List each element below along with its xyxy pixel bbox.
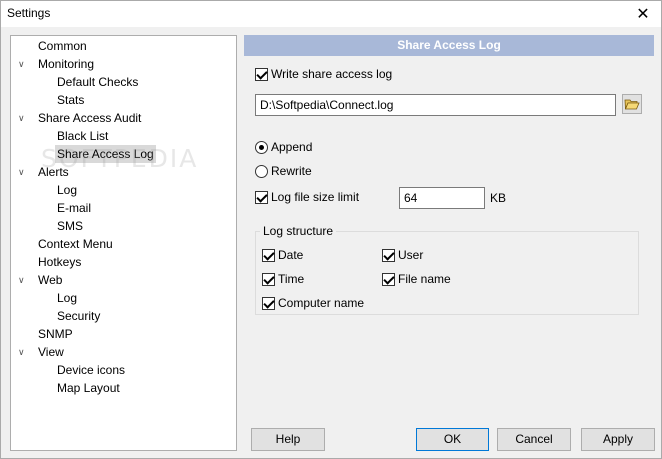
tree-item-label: Monitoring [38, 57, 95, 71]
tree-item[interactable]: Share Access Log [11, 145, 236, 163]
tree-item[interactable]: Common [11, 37, 236, 55]
tree-item-label: Black List [57, 129, 109, 143]
rewrite-label[interactable]: Rewrite [271, 164, 312, 179]
time-checkbox[interactable] [262, 273, 275, 286]
tree-item-label: Alerts [38, 165, 69, 179]
write-log-checkbox[interactable] [255, 68, 268, 81]
write-log-label[interactable]: Write share access log [271, 67, 392, 82]
tree-item[interactable]: E-mail [11, 199, 236, 217]
tree-item-label: SNMP [38, 327, 73, 341]
tree-item[interactable]: Log [11, 181, 236, 199]
tree-item-label: Default Checks [57, 75, 139, 89]
tree-item-label: Share Access Audit [38, 111, 142, 125]
title-bar: Settings ✕ [1, 1, 661, 27]
tree-item-label: Stats [57, 93, 85, 107]
cancel-button[interactable]: Cancel [497, 428, 571, 451]
tree-item-label: Common [38, 39, 87, 53]
computer-name-label[interactable]: Computer name [278, 296, 364, 311]
tree-item[interactable]: Hotkeys [11, 253, 236, 271]
tree-item[interactable]: Log [11, 289, 236, 307]
apply-button[interactable]: Apply [581, 428, 655, 451]
size-limit-field[interactable]: 64 [399, 187, 485, 209]
window-title: Settings [7, 6, 51, 20]
tree-item[interactable]: ∨ Share Access Audit [11, 109, 236, 127]
append-radio[interactable] [255, 141, 268, 154]
file-name-label[interactable]: File name [398, 272, 451, 287]
tree-item-label: View [38, 345, 64, 359]
append-label[interactable]: Append [271, 140, 312, 155]
tree-item-label: Security [57, 309, 101, 323]
time-label[interactable]: Time [278, 272, 304, 287]
tree-item[interactable]: Black List [11, 127, 236, 145]
tree-item[interactable]: ∨ Monitoring [11, 55, 236, 73]
tree-item-label: Log [57, 291, 78, 305]
date-checkbox[interactable] [262, 249, 275, 262]
date-label[interactable]: Date [278, 248, 303, 263]
settings-window: Settings ✕ Common ∨ Monitoring Default Chec… [0, 0, 662, 459]
panel-header: Share Access Log [244, 35, 654, 56]
size-limit-checkbox[interactable] [255, 191, 268, 204]
tree-item[interactable]: ∨ View [11, 343, 236, 361]
tree-item-label: Device icons [57, 363, 126, 377]
help-button[interactable]: Help [251, 428, 325, 451]
folder-open-icon [624, 99, 640, 110]
tree-item[interactable]: Default Checks [11, 73, 236, 91]
tree-item[interactable]: Stats [11, 91, 236, 109]
computer-name-checkbox[interactable] [262, 297, 275, 310]
chevron-down-icon[interactable]: ∨ [18, 343, 28, 361]
chevron-down-icon[interactable]: ∨ [18, 55, 28, 73]
browse-button[interactable] [622, 94, 642, 114]
user-checkbox[interactable] [382, 249, 395, 262]
log-path-field[interactable]: D:\Softpedia\Connect.log [255, 94, 616, 116]
user-label[interactable]: User [398, 248, 423, 263]
tree-item-label: Map Layout [57, 381, 120, 395]
size-unit-label: KB [490, 191, 507, 205]
file-name-checkbox[interactable] [382, 273, 395, 286]
chevron-down-icon[interactable]: ∨ [18, 163, 28, 181]
tree-item[interactable]: Map Layout [11, 379, 236, 397]
close-icon[interactable]: ✕ [625, 1, 661, 27]
tree-item-label: SMS [57, 219, 84, 233]
log-structure-title: Log structure [260, 224, 337, 239]
tree-item-label: Context Menu [38, 237, 113, 251]
tree-item-label: E-mail [57, 201, 92, 215]
size-limit-label[interactable]: Log file size limit [271, 190, 359, 205]
tree-item[interactable]: SMS [11, 217, 236, 235]
settings-tree[interactable]: Common ∨ Monitoring Default Checks Stats ∨ Sha… [10, 35, 237, 451]
tree-item[interactable]: ∨ Web [11, 271, 236, 289]
tree-item[interactable]: Context Menu [11, 235, 236, 253]
ok-button[interactable]: OK [416, 428, 489, 451]
tree-item[interactable]: ∨ Alerts [11, 163, 236, 181]
tree-item-label: Web [38, 273, 63, 287]
chevron-down-icon[interactable]: ∨ [18, 109, 28, 127]
tree-item-label: Share Access Log [55, 145, 156, 163]
tree-item-label: Hotkeys [38, 255, 82, 269]
tree-item[interactable]: SNMP [11, 325, 236, 343]
tree-item[interactable]: Device icons [11, 361, 236, 379]
tree-item-label: Log [57, 183, 78, 197]
chevron-down-icon[interactable]: ∨ [18, 271, 28, 289]
rewrite-radio[interactable] [255, 165, 268, 178]
tree-item[interactable]: Security [11, 307, 236, 325]
